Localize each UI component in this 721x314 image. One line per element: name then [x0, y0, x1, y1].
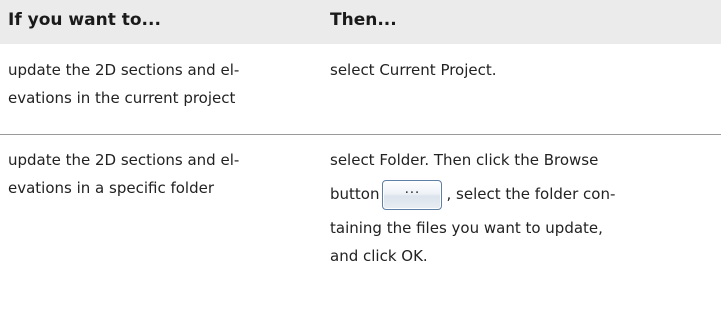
browse-dots: ... — [404, 181, 421, 197]
document-table: If you want to... Then... update the 2D … — [0, 0, 721, 314]
row-divider — [0, 134, 721, 135]
row2-action-line4: and click OK. — [330, 247, 428, 265]
row2-button-word: button — [330, 185, 380, 203]
row1-condition-line1: update the 2D sections and el- — [8, 61, 240, 79]
header-then: Then... — [330, 10, 397, 30]
row1-condition-line2: evations in the current project — [8, 89, 236, 107]
table-header-row: If you want to... Then... — [0, 0, 721, 44]
row2-select-folder-text: , select the folder con- — [446, 185, 616, 203]
row2-action-line3: taining the files you want to update, — [330, 219, 603, 237]
browse-button-icon: ... — [382, 179, 443, 210]
row2-action: select Folder. Then click the Browse but… — [330, 146, 715, 270]
row2-condition: update the 2D sections and el- evations … — [8, 146, 308, 202]
header-if-you-want-to: If you want to... — [8, 10, 161, 30]
row1-action-line1: select Current Project. — [330, 61, 497, 79]
row2-condition-line2: evations in a specific folder — [8, 179, 215, 197]
row1-condition: update the 2D sections and el- evations … — [8, 56, 308, 112]
row2-condition-line1: update the 2D sections and el- — [8, 151, 240, 169]
row2-action-line1: select Folder. Then click the Browse — [330, 151, 599, 169]
row2-action-line2: button... , select the folder con- — [330, 174, 715, 214]
row1-action: select Current Project. — [330, 56, 715, 84]
